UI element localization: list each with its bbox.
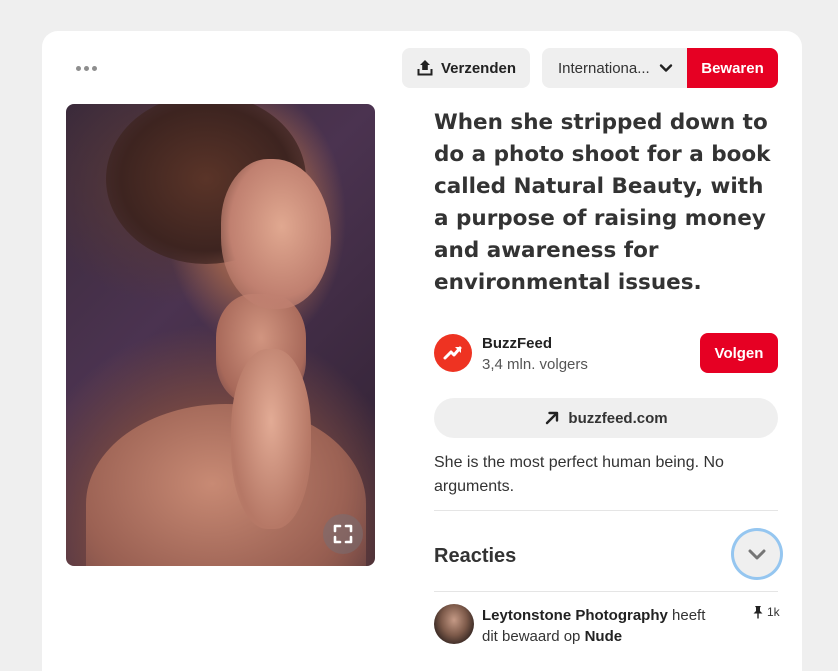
creator-name[interactable]: BuzzFeed — [482, 335, 552, 352]
creator-followers: 3,4 mln. volgers — [482, 356, 588, 373]
expand-icon — [333, 524, 353, 544]
divider — [434, 510, 778, 511]
follow-button[interactable]: Volgen — [700, 333, 778, 373]
source-link-label: buzzfeed.com — [568, 409, 668, 427]
pin-title: When she stripped down to do a photo sho… — [434, 110, 771, 295]
send-button-label: Verzenden — [440, 59, 517, 77]
saver-avatar[interactable] — [434, 604, 474, 644]
board-select-value: Internationa... — [558, 59, 650, 77]
share-upload-icon — [417, 60, 433, 76]
more-options-button[interactable] — [68, 53, 104, 83]
comments-title: Reacties — [434, 545, 517, 567]
external-link-arrow-icon — [546, 411, 559, 425]
chevron-down-icon — [748, 549, 766, 560]
saved-by-text: Leytonstone Photography heeft dit bewaar… — [482, 607, 706, 645]
send-button[interactable]: Verzenden — [402, 48, 530, 88]
repin-count: 1k — [752, 605, 780, 619]
pin-image[interactable] — [66, 104, 375, 566]
chevron-down-icon — [659, 64, 673, 72]
pin-card: Verzenden Internationa... Bewaren When s… — [42, 31, 802, 671]
save-button[interactable]: Bewaren — [687, 48, 778, 88]
pin-icon — [753, 606, 763, 619]
saved-board-link[interactable]: Nude — [585, 628, 623, 645]
repin-count-value: 1k — [767, 605, 780, 619]
pin-description: She is the most perfect human being. No … — [434, 454, 724, 495]
creator-avatar[interactable] — [434, 334, 472, 372]
board-select[interactable]: Internationa... — [542, 48, 687, 88]
comments-toggle-button[interactable] — [734, 531, 780, 577]
saver-name[interactable]: Leytonstone Photography — [482, 607, 668, 624]
source-link-button[interactable]: buzzfeed.com — [434, 398, 778, 438]
more-options-icon — [75, 65, 81, 71]
expand-image-button[interactable] — [323, 514, 363, 554]
divider — [434, 591, 778, 592]
trending-arrow-icon — [443, 346, 462, 360]
